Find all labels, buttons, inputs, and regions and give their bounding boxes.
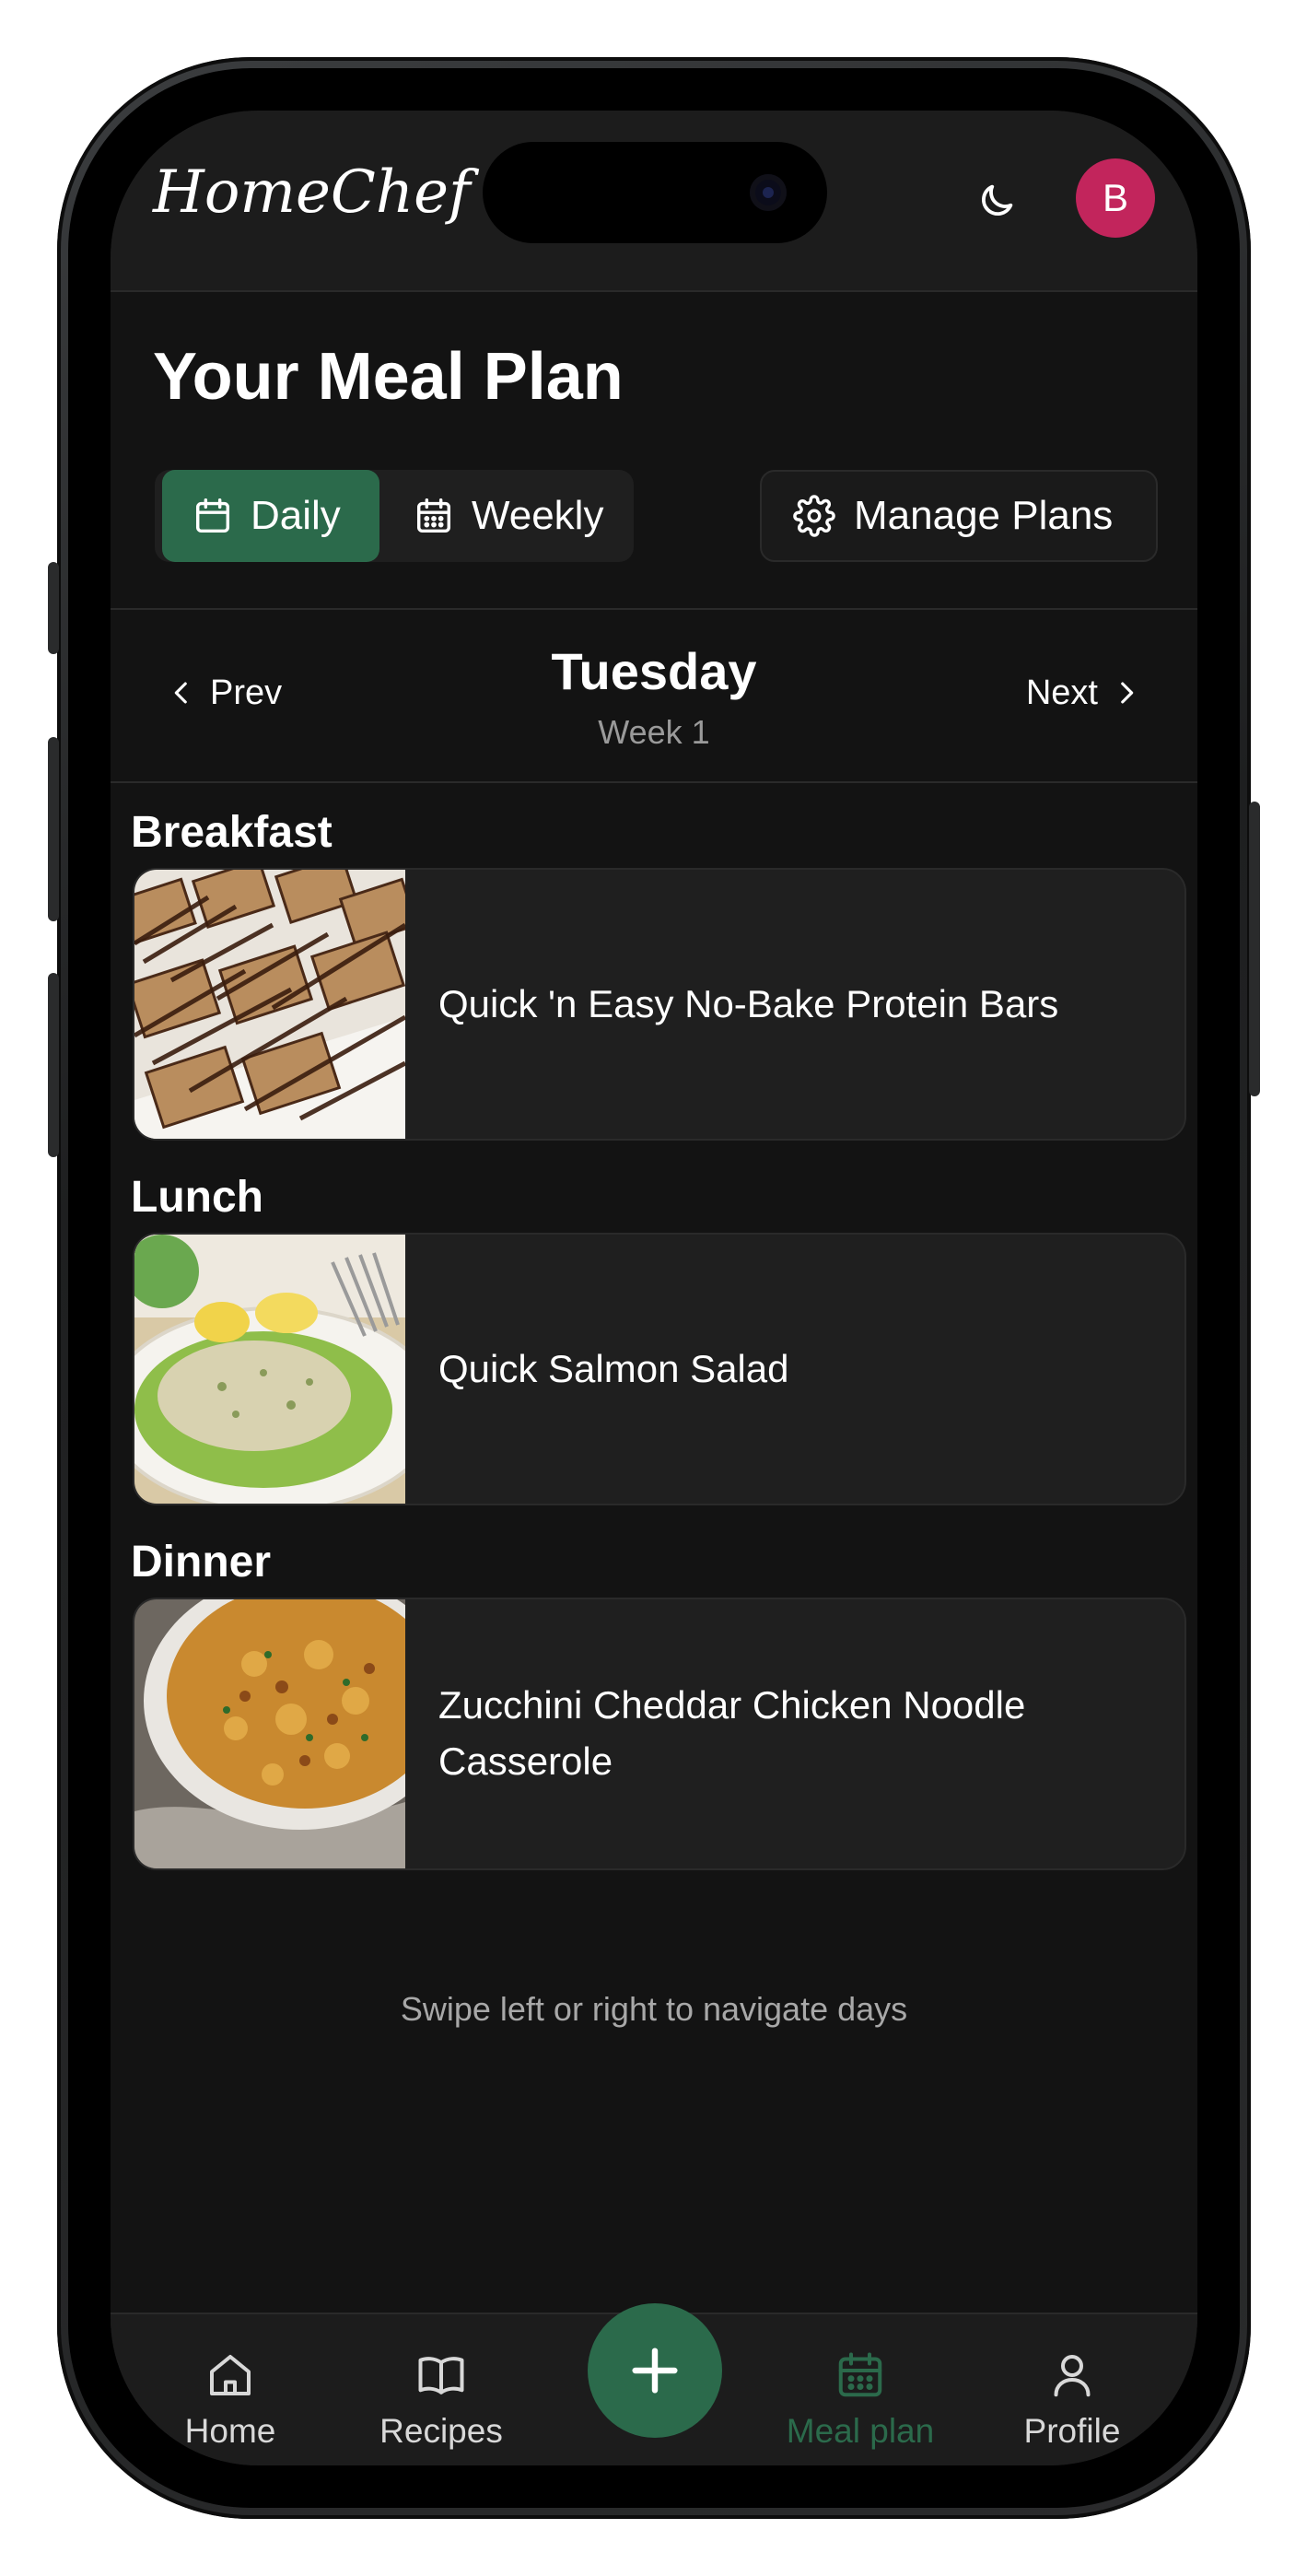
gear-icon bbox=[793, 495, 835, 537]
nav-item-profile[interactable]: Profile bbox=[980, 2348, 1164, 2451]
day-navigator: Prev Tuesday Week 1 Next bbox=[111, 608, 1197, 783]
power-button bbox=[1249, 802, 1260, 1096]
nav-item-recipes[interactable]: Recipes bbox=[349, 2348, 533, 2451]
meal-slot-lunch: Lunch bbox=[131, 1173, 263, 1222]
next-day-label: Next bbox=[1025, 673, 1098, 712]
daily-view-button[interactable]: Daily bbox=[162, 470, 379, 562]
user-icon bbox=[1054, 2355, 1091, 2397]
meal-name-lunch: Quick Salmon Salad bbox=[438, 1346, 789, 1390]
meal-card-dinner[interactable]: Zucchini Cheddar Chicken Noodle Casserol… bbox=[133, 1598, 1186, 1870]
front-camera-icon bbox=[750, 174, 787, 211]
nav-label-profile: Profile bbox=[1023, 2412, 1121, 2450]
calendar-week-icon bbox=[416, 498, 451, 533]
theme-toggle-button[interactable] bbox=[967, 171, 1026, 230]
book-icon bbox=[418, 2357, 464, 2395]
calendar-icon bbox=[838, 2352, 882, 2397]
protein-bars-image bbox=[134, 870, 405, 1139]
meal-name-breakfast: Quick 'n Easy No-Bake Protein Bars bbox=[438, 981, 1059, 1025]
action-button bbox=[48, 562, 59, 654]
plus-icon bbox=[632, 2348, 678, 2394]
add-button[interactable] bbox=[588, 2303, 722, 2438]
meal-name-dinner: Zucchini Cheddar Chicken Noodle Casserol… bbox=[438, 1683, 1026, 1783]
daily-view-label: Daily bbox=[251, 493, 341, 538]
manage-plans-button[interactable]: Manage Plans bbox=[760, 470, 1158, 562]
nav-label-recipes: Recipes bbox=[379, 2412, 503, 2450]
nav-item-meal-plan[interactable]: Meal plan bbox=[768, 2348, 952, 2451]
next-day-button[interactable]: Next bbox=[1026, 656, 1142, 730]
volume-up-button bbox=[48, 737, 59, 921]
weekly-view-label: Weekly bbox=[472, 493, 604, 538]
volume-down-button bbox=[48, 973, 59, 1157]
view-toggle: Daily Weekly bbox=[155, 470, 634, 562]
page-title: Your Meal Plan bbox=[153, 340, 624, 414]
meal-slot-dinner: Dinner bbox=[131, 1538, 272, 1587]
home-icon bbox=[210, 2355, 251, 2395]
swipe-hint: Swipe left or right to navigate days bbox=[400, 1990, 908, 2028]
casserole-image bbox=[134, 1599, 405, 1868]
meal-card-breakfast[interactable]: Quick 'n Easy No-Bake Protein Bars bbox=[133, 868, 1186, 1141]
salmon-salad-image bbox=[134, 1235, 405, 1504]
nav-label-home: Home bbox=[184, 2412, 276, 2450]
phone-screen: HomeChef Co B Your Meal Plan Daily Weekl… bbox=[111, 111, 1197, 2465]
nav-item-home[interactable]: Home bbox=[138, 2348, 322, 2451]
nav-label-meal-plan: Meal plan bbox=[786, 2412, 935, 2450]
moon-icon bbox=[982, 184, 1013, 216]
weekly-view-button[interactable]: Weekly bbox=[387, 470, 626, 562]
meal-card-lunch[interactable]: Quick Salmon Salad bbox=[133, 1233, 1186, 1505]
meal-slot-breakfast: Breakfast bbox=[131, 808, 333, 857]
calendar-icon bbox=[195, 498, 230, 533]
chevron-right-icon bbox=[1121, 682, 1134, 704]
dynamic-island bbox=[483, 142, 827, 243]
manage-plans-label: Manage Plans bbox=[854, 493, 1114, 538]
avatar[interactable]: B bbox=[1076, 158, 1155, 238]
